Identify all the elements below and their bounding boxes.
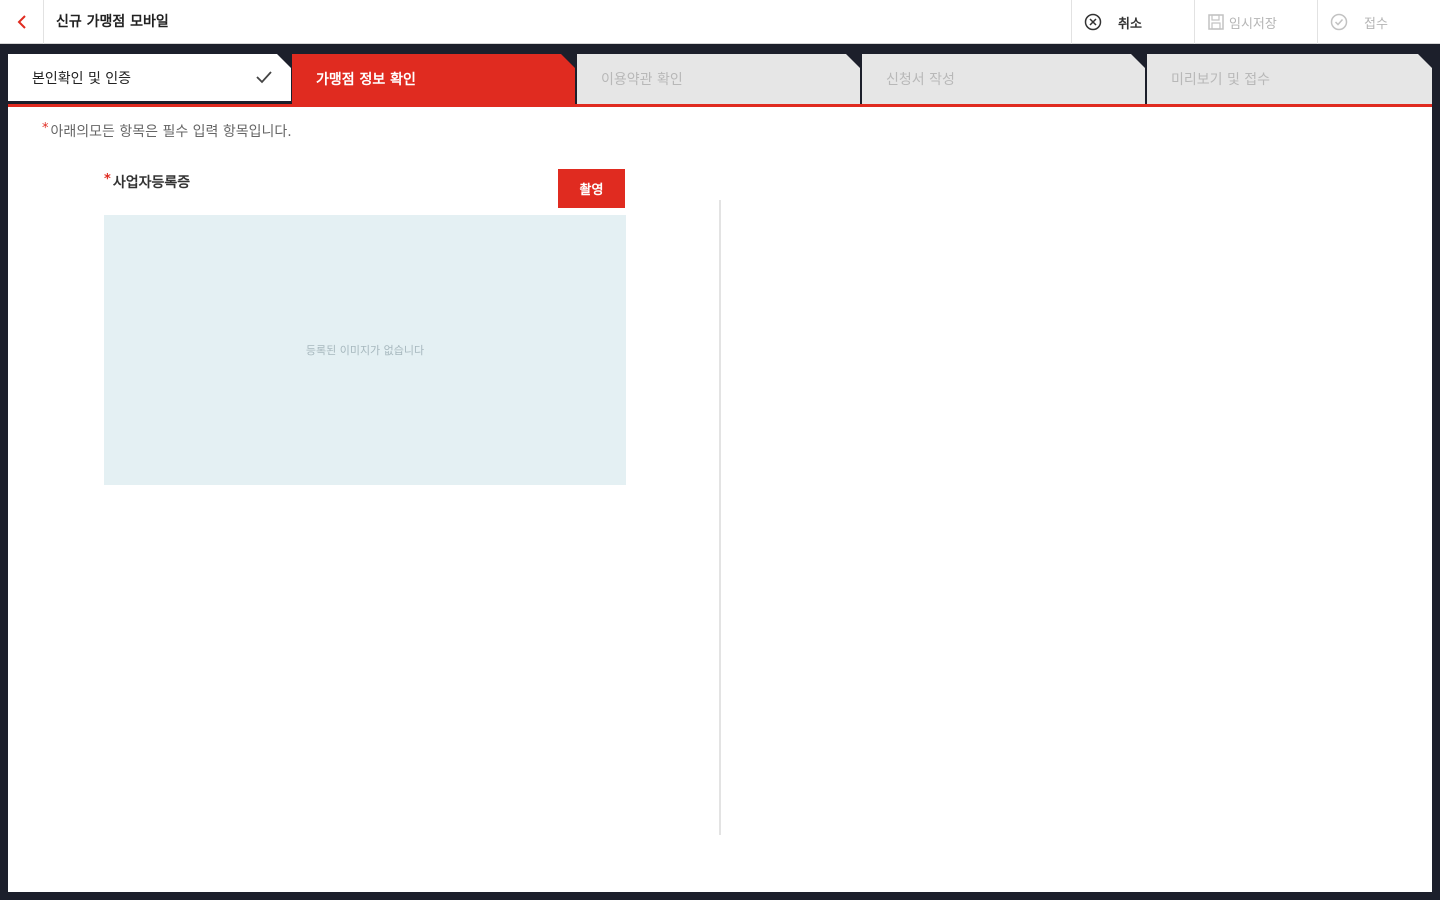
required-mark: * — [104, 172, 111, 187]
temp-save-label: 임시저장 — [1229, 16, 1277, 32]
tab-corner — [1131, 54, 1145, 68]
tab-corner — [561, 54, 575, 68]
floppy-disk-icon — [1208, 14, 1224, 30]
step-identity-verification[interactable]: 본인확인 및 인증 — [8, 54, 291, 104]
tab-corner — [1418, 54, 1432, 68]
circle-x-icon — [1084, 13, 1102, 31]
required-mark: * — [42, 121, 49, 136]
step-label: 가맹점 정보 확인 — [316, 72, 416, 88]
field-label-text: 사업자등록증 — [112, 175, 191, 191]
empty-image-text: 등록된 이미지가 없습니다 — [305, 344, 425, 357]
business-registration-label: * 사업자등록증 — [104, 172, 190, 192]
app-title: 신규 가맹점 모바일 — [56, 14, 169, 30]
step-label: 이용약관 확인 — [601, 72, 683, 88]
tab-corner — [277, 54, 291, 68]
top-bar: 신규 가맹점 모바일 취소 임시저장 접수 — [0, 0, 1440, 44]
back-button[interactable] — [0, 0, 44, 44]
step-preview-submit[interactable]: 미리보기 및 접수 — [1147, 54, 1432, 104]
submit-button[interactable]: 접수 — [1317, 0, 1440, 44]
step-label: 미리보기 및 접수 — [1171, 72, 1271, 88]
column-divider — [719, 200, 721, 835]
submit-label: 접수 — [1364, 16, 1388, 32]
step-label: 신청서 작성 — [886, 72, 955, 88]
step-application-form[interactable]: 신청서 작성 — [862, 54, 1145, 104]
tab-corner — [846, 54, 860, 68]
cancel-button[interactable]: 취소 — [1071, 0, 1193, 44]
step-merchant-info[interactable]: 가맹점 정보 확인 — [292, 54, 575, 104]
notice-text: 아래의모든 항목은 필수 입력 항목입니다. — [50, 124, 292, 140]
temp-save-button[interactable]: 임시저장 — [1194, 0, 1316, 44]
checkmark-icon — [256, 71, 272, 84]
step-terms[interactable]: 이용약관 확인 — [577, 54, 860, 104]
capture-button[interactable]: 촬영 — [558, 169, 625, 208]
required-notice: * 아래의모든 항목은 필수 입력 항목입니다. — [42, 121, 292, 141]
step-label: 본인확인 및 인증 — [32, 70, 132, 87]
chevron-left-icon — [17, 15, 26, 29]
cancel-label: 취소 — [1118, 16, 1142, 32]
circle-check-icon — [1330, 13, 1348, 31]
business-registration-image-placeholder[interactable]: 등록된 이미지가 없습니다 — [104, 215, 626, 485]
